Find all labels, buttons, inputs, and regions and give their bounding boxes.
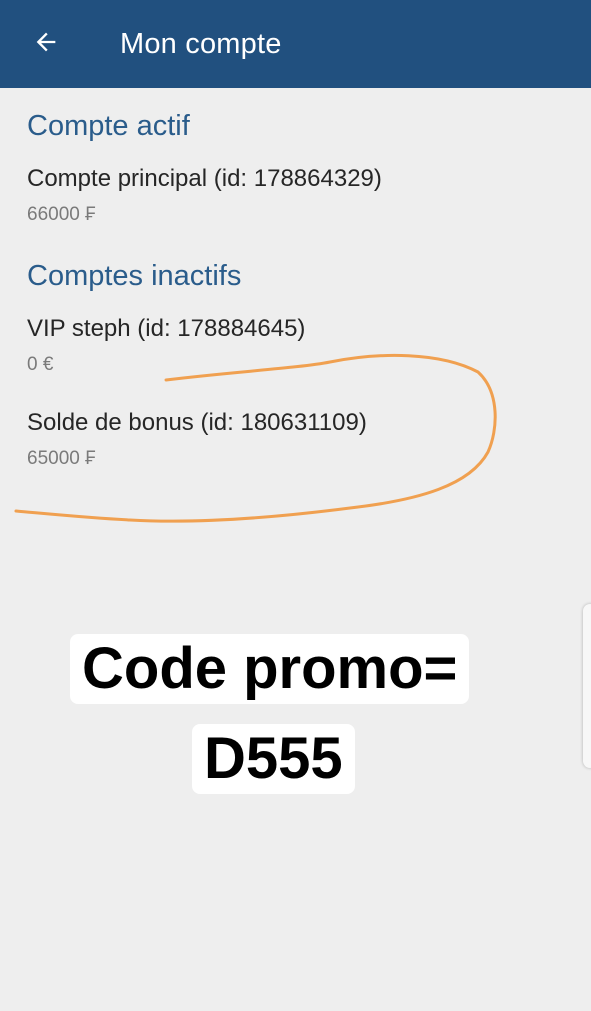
inactive-accounts-heading: Comptes inactifs	[27, 260, 242, 292]
account-name: Solde de bonus (id: 180631109)	[27, 409, 367, 436]
account-name: Compte principal (id: 178864329)	[27, 165, 382, 192]
page-title: Mon compte	[120, 28, 282, 60]
account-balance: 65000 ₣	[27, 448, 96, 469]
account-balance: 0 €	[27, 354, 54, 375]
active-account-heading: Compte actif	[27, 110, 190, 142]
promo-code-label: Code promo=	[70, 634, 470, 704]
account-balance: 66000 ₣	[27, 204, 96, 225]
account-item-principal[interactable]: Compte principal (id: 178864329) 66000 ₣	[27, 164, 547, 227]
hand-drawn-highlight	[14, 353, 497, 523]
account-item-vip[interactable]: VIP steph (id: 178884645) 0 €	[27, 314, 547, 377]
promo-code-value: D555	[192, 724, 355, 794]
app-bar: Mon compte	[0, 0, 591, 88]
arrow-left-icon	[36, 32, 56, 52]
account-name: VIP steph (id: 178884645)	[27, 315, 306, 342]
back-button[interactable]	[22, 18, 70, 66]
edge-panel-handle[interactable]	[583, 604, 591, 768]
account-item-bonus[interactable]: Solde de bonus (id: 180631109) 65000 ₣	[27, 408, 547, 471]
